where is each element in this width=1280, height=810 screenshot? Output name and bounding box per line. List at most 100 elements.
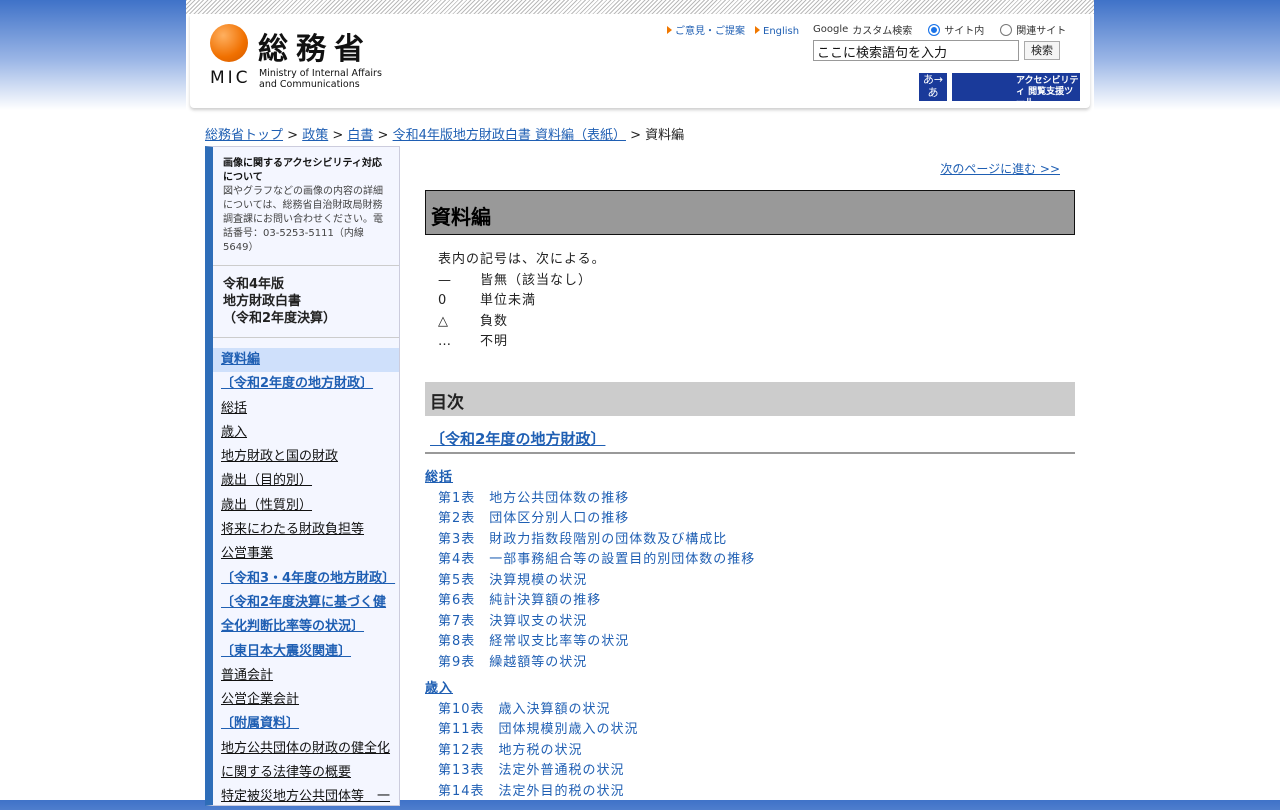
toc-item-link[interactable]: 第1表 地方公共団体数の推移 (438, 491, 629, 506)
section-link[interactable]: 〔令和2年度の地方財政〕 (430, 430, 605, 448)
sidebar-link[interactable]: 〔令和2年度決算に基づく健全化判断比率等の状況〕 (221, 595, 386, 634)
feedback-link[interactable]: ご意見・ご提案 (667, 26, 745, 37)
toc-item-link[interactable]: 第10表 歳入決算額の状況 (438, 702, 611, 717)
toc-item-link[interactable]: 第5表 決算規模の状況 (438, 573, 587, 588)
section-heading: 〔令和2年度の地方財政〕 (425, 428, 1075, 454)
toc-item: 第10表 歳入決算額の状況 (425, 700, 755, 721)
sidebar-link[interactable]: 総括 (221, 401, 247, 416)
toc-item-link[interactable]: 第4表 一部事務組合等の設置目的別団体数の推移 (438, 552, 755, 567)
next-page-link[interactable]: 次のページに進む >> (940, 160, 1060, 177)
toc-item: 第11表 団体規模別歳入の状況 (425, 720, 755, 741)
legend-symbol: 0 (438, 293, 448, 308)
toc-item: 第9表 繰越額等の状況 (425, 653, 755, 674)
toc-item-link[interactable]: 第8表 経常収支比率等の状況 (438, 634, 629, 649)
google-logo: Google (813, 24, 849, 35)
legend-meaning: 不明 (480, 334, 509, 349)
toc-heading: 目次 (425, 382, 1075, 416)
sidebar-item: 歳入 (213, 421, 399, 445)
sidebar-item: 資料編 (213, 348, 399, 373)
toc-item: 第6表 純計決算額の推移 (425, 591, 755, 612)
top-links: ご意見・ご提案 English (667, 22, 809, 37)
sidebar-link[interactable]: 歳出（性質別） (221, 498, 312, 513)
sidebar-item: 歳出（性質別） (213, 494, 399, 518)
accessibility-note: 画像に関するアクセシビリティ対応について 図やグラフなどの画像の内容の詳細について… (213, 147, 399, 266)
text-size-button[interactable]: あ→あ (919, 73, 947, 101)
sidebar-link[interactable]: 公営事業 (221, 546, 273, 561)
crumb-top[interactable]: 総務省トップ (205, 128, 283, 143)
toc-item: 第12表 地方税の状況 (425, 741, 755, 762)
symbol-legend: 表内の記号は、次による。 — 皆無（該当なし） 0 単位未満 △ 負数 … 不明 (438, 250, 606, 353)
radio-site-label: サイト内 (944, 26, 985, 37)
sidebar-item: 〔令和3・4年度の地方財政〕 (213, 567, 399, 591)
sidebar-link[interactable]: 公営企業会計 (221, 692, 299, 707)
sidebar-item: 公営事業 (213, 542, 399, 566)
radio-related[interactable] (1000, 23, 1013, 36)
legend-symbol: △ (438, 313, 449, 329)
sidebar-link[interactable]: 資料編 (221, 352, 260, 367)
sidebar-link[interactable]: 特定被災地方公共団体等 一 (221, 789, 390, 804)
english-link[interactable]: English (755, 26, 799, 37)
toc-item-link[interactable]: 第13表 法定外普通税の状況 (438, 763, 625, 778)
sidebar-link[interactable]: 地方財政と国の財政 (221, 449, 338, 464)
search-button[interactable]: 検索 (1024, 41, 1060, 60)
legend-meaning: 皆無（該当なし） (480, 272, 593, 288)
toc-item-link[interactable]: 第7表 決算収支の状況 (438, 614, 587, 629)
sidebar-link[interactable]: 地方公共団体の財政の健全化に関する法律等の概要 (221, 741, 390, 780)
toc-item: 第7表 決算収支の状況 (425, 612, 755, 633)
toc-item-link[interactable]: 第6表 純計決算額の推移 (438, 593, 601, 608)
toc-item-link[interactable]: 第9表 繰越額等の状況 (438, 655, 587, 670)
sidebar-link[interactable]: 〔令和2年度の地方財政〕 (221, 376, 373, 391)
crumb-cover[interactable]: 令和4年版地方財政白書 資料編（表紙） (393, 128, 626, 143)
toc-item: 第1表 地方公共団体数の推移 (425, 489, 755, 510)
page-title: 資料編 (425, 190, 1075, 235)
sidebar-item: 地方公共団体の財政の健全化に関する法律等の概要 (213, 737, 399, 786)
sidebar-title: 令和4年版 地方財政白書 （令和2年度決算） (213, 266, 399, 338)
sidebar-item: 〔附属資料〕 (213, 712, 399, 736)
toc-item: 第8表 経常収支比率等の状況 (425, 632, 755, 653)
sidebar-link[interactable]: 歳入 (221, 425, 247, 440)
sidebar-nav: 資料編〔令和2年度の地方財政〕 総括歳入地方財政と国の財政 歳出（目的別） 歳出（性質… (213, 348, 399, 810)
legend-row: — 皆無（該当なし） (438, 271, 606, 292)
legend-row: △ 負数 (438, 312, 606, 333)
toc-group-link[interactable]: 総括 (425, 470, 453, 485)
toc-item-link[interactable]: 第11表 団体規模別歳入の状況 (438, 722, 639, 737)
breadcrumb: 総務省トップ > 政策 > 白書 > 令和4年版地方財政白書 資料編（表紙） >… (205, 128, 685, 143)
toc-item: 第4表 一部事務組合等の設置目的別団体数の推移 (425, 550, 755, 571)
sidebar-item: 総括 (213, 397, 399, 421)
logo-en: Ministry of Internal Affairs and Communi… (259, 68, 382, 90)
crumb-policy[interactable]: 政策 (302, 128, 328, 143)
top-stripe (186, 0, 1094, 14)
sidebar-item: 普通会計 (213, 664, 399, 688)
title-line: 地方財政白書 (223, 294, 302, 309)
toc-item: 第14表 法定外目的税の状況 (425, 782, 755, 803)
toc-group: 歳入 (425, 679, 755, 700)
sidebar-item: 公営企業会計 (213, 688, 399, 712)
logo-emblem (210, 24, 248, 62)
mic-logo[interactable]: 総務省 MIC Ministry of Internal Affairs and… (210, 24, 390, 90)
radio-site[interactable] (928, 23, 941, 36)
sidebar-item: 〔令和2年度決算に基づく健全化判断比率等の状況〕 (213, 591, 399, 640)
search-input[interactable]: ここに検索語句を入力 (813, 40, 1019, 61)
sidebar-item: 地方財政と国の財政 (213, 445, 399, 469)
crumb-whitepaper[interactable]: 白書 (347, 128, 373, 143)
sidebar-item: 〔東日本大震災関連〕 (213, 640, 399, 664)
note-title: 画像に関するアクセシビリティ対応について (223, 158, 382, 183)
toc-group-link[interactable]: 歳入 (425, 681, 453, 696)
sidebar-link[interactable]: 〔附属資料〕 (221, 716, 299, 731)
toc-item-link[interactable]: 第3表 財政力指数段階別の団体数及び構成比 (438, 532, 727, 547)
sidebar-item: 特定被災地方公共団体等 一 (213, 785, 399, 809)
toc-item-link[interactable]: 第14表 法定外目的税の状況 (438, 784, 625, 799)
toc-item: 第13表 法定外普通税の状況 (425, 761, 755, 782)
sidebar-link[interactable]: 〔令和3・4年度の地方財政〕 (221, 571, 395, 586)
sidebar-link[interactable]: 〔東日本大震災関連〕 (221, 644, 351, 659)
sidebar-item: 歳出（目的別） (213, 469, 399, 493)
title-line: 令和4年版 (223, 277, 285, 292)
sidebar-link[interactable]: 歳出（目的別） (221, 473, 312, 488)
sidebar-link[interactable]: 普通会計 (221, 668, 273, 683)
sidebar-link[interactable]: 将来にわたる財政負担等 (221, 522, 364, 537)
legend-row: 0 単位未満 (438, 291, 606, 312)
toc-item-link[interactable]: 第12表 地方税の状況 (438, 743, 583, 758)
accessibility-tool-button[interactable]: アクセシビリティ 閲覧支援ツール (952, 73, 1080, 108)
toc-item-link[interactable]: 第2表 団体区分別人口の推移 (438, 511, 629, 526)
legend-intro: 表内の記号は、次による。 (438, 252, 606, 267)
